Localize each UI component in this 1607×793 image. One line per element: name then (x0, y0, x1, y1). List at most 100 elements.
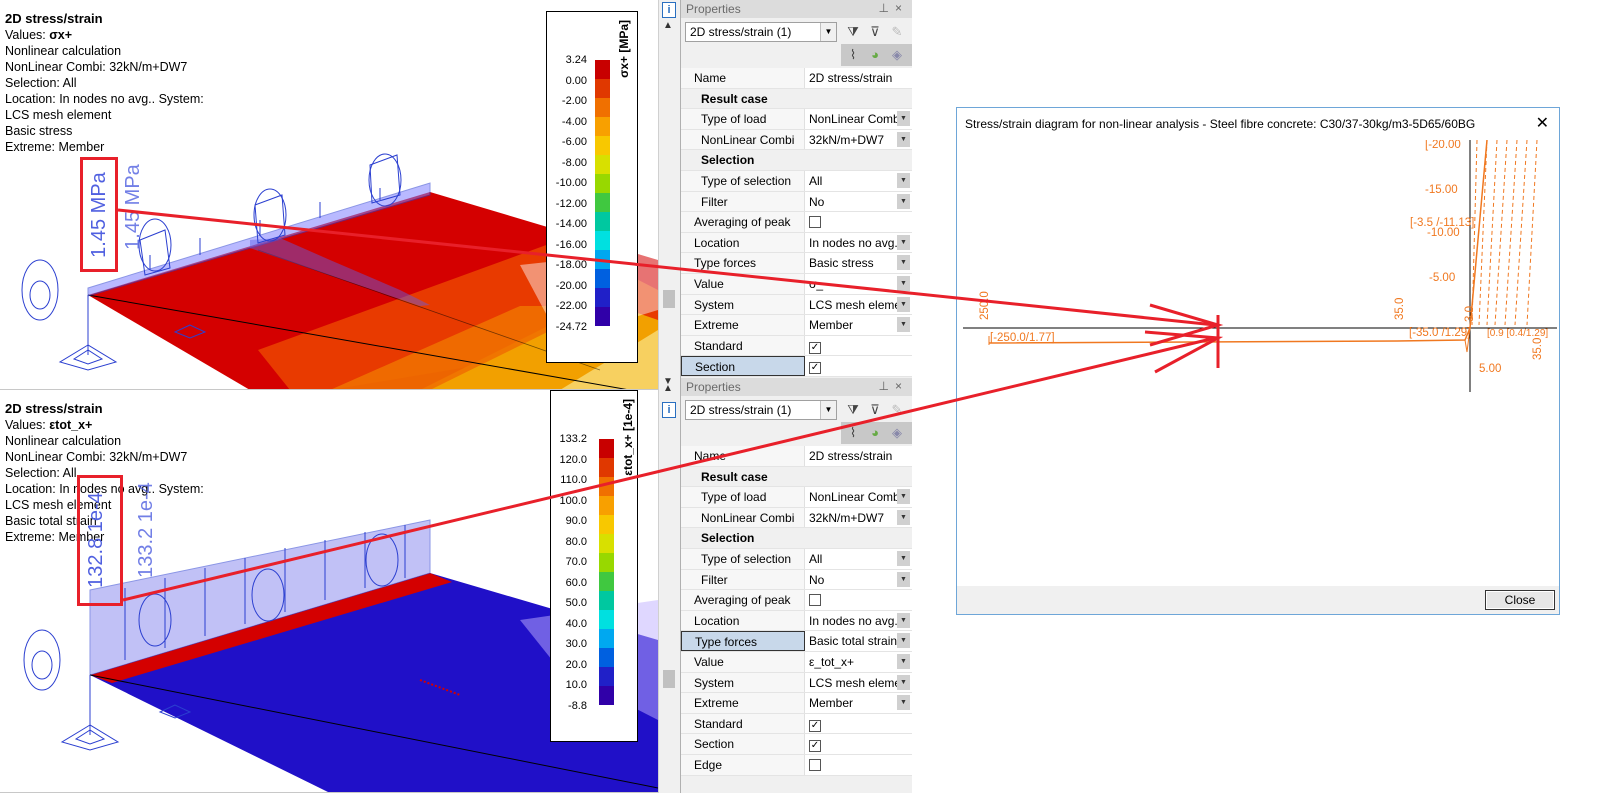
chevron-down-icon[interactable]: ▼ (897, 489, 910, 505)
property-row[interactable]: Name 2D stress/strain (681, 446, 912, 467)
checkbox[interactable]: ✓ (809, 740, 821, 753)
property-row[interactable]: Filter No ▼ (681, 569, 912, 591)
property-value[interactable]: ε_tot_x+ ▼ (806, 652, 912, 672)
chevron-down-icon[interactable]: ▼ (897, 296, 910, 312)
chevron-down-icon[interactable]: ▼ (897, 674, 910, 690)
property-value[interactable] (806, 755, 912, 775)
property-row[interactable]: Edge (681, 754, 912, 776)
property-group[interactable]: −Selection (681, 528, 912, 549)
property-row[interactable]: Section ✓ (681, 356, 912, 377)
property-row[interactable]: Standard ✓ (681, 335, 912, 357)
property-row[interactable]: Standard ✓ (681, 713, 912, 735)
property-row[interactable]: Section ✓ (681, 734, 912, 755)
brush-icon[interactable]: ⌇ (843, 45, 863, 65)
property-row[interactable]: Type forces Basic stress ▼ (681, 253, 912, 274)
property-value[interactable]: Member ▼ (806, 315, 912, 335)
property-value[interactable]: No ▼ (806, 570, 912, 590)
properties-selector[interactable]: 2D stress/strain (1) ▼ (685, 400, 837, 420)
chevron-down-icon[interactable]: ▼ (897, 172, 910, 188)
chevron-down-icon[interactable]: ▼ (820, 23, 836, 41)
scroll-up-arrow-icon[interactable]: ▲ (663, 383, 673, 394)
chevron-down-icon[interactable]: ▼ (897, 131, 910, 147)
property-row[interactable]: Location In nodes no avg. ▼ (681, 232, 912, 254)
property-value[interactable]: σ_ ▼ (806, 274, 912, 294)
property-row[interactable]: Type forces Basic total strain ▼ (681, 631, 912, 652)
close-icon[interactable]: ✕ (1536, 113, 1549, 133)
property-row[interactable]: Extreme Member ▼ (681, 315, 912, 336)
filter-edit-icon[interactable]: ⊽ (865, 22, 885, 42)
property-row[interactable]: Filter No ▼ (681, 191, 912, 213)
checkbox[interactable]: ✓ (809, 341, 821, 354)
chevron-down-icon[interactable]: ▼ (820, 401, 836, 419)
property-row[interactable]: Averaging of peak (681, 212, 912, 233)
viewport-strain[interactable]: 2D stress/strain Values: εtot_x+ Nonline… (0, 390, 658, 793)
info-icon[interactable]: i (662, 402, 676, 418)
chevron-down-icon[interactable]: ▼ (897, 633, 910, 649)
palette-icon[interactable]: ◕ (865, 45, 885, 65)
property-row[interactable]: NonLinear Combi 32kN/m+DW7 ▼ (681, 129, 912, 151)
checkbox[interactable] (809, 594, 821, 607)
chevron-down-icon[interactable]: ▼ (897, 193, 910, 209)
viewport-strain-scrollbar[interactable]: i ▲ (658, 383, 680, 793)
pencil-icon[interactable]: ✎ (887, 22, 907, 42)
property-row[interactable]: System LCS mesh elemen ▼ (681, 672, 912, 694)
chevron-down-icon[interactable]: ▼ (897, 653, 910, 669)
property-row[interactable]: Name 2D stress/strain (681, 68, 912, 89)
eraser-icon[interactable]: ◈ (887, 45, 907, 65)
property-value[interactable]: LCS mesh elemen ▼ (806, 295, 912, 315)
chevron-down-icon[interactable]: ▼ (897, 255, 910, 271)
property-value[interactable]: ✓ (806, 734, 912, 754)
checkbox[interactable]: ✓ (809, 362, 821, 375)
property-value[interactable] (806, 590, 912, 610)
checkbox[interactable] (809, 758, 821, 771)
property-row[interactable]: Averaging of peak (681, 590, 912, 611)
property-value[interactable]: Basic total strain ▼ (806, 631, 912, 651)
property-group[interactable]: −Selection (681, 150, 912, 171)
property-value[interactable]: LCS mesh elemen ▼ (806, 673, 912, 693)
property-row[interactable]: Location In nodes no avg. ▼ (681, 610, 912, 632)
checkbox[interactable]: ✓ (809, 719, 821, 732)
property-value[interactable]: 2D stress/strain (806, 446, 912, 466)
viewport-stress[interactable]: 2D stress/strain Values: σx+ Nonlinear c… (0, 0, 658, 390)
property-row[interactable]: NonLinear Combi 32kN/m+DW7 ▼ (681, 507, 912, 529)
panel-pin-close-icons[interactable]: ⊥× (879, 1, 908, 15)
scroll-thumb[interactable] (663, 290, 675, 308)
palette-icon[interactable]: ◕ (865, 423, 885, 443)
chevron-down-icon[interactable]: ▼ (897, 275, 910, 291)
property-row[interactable]: Value ε_tot_x+ ▼ (681, 651, 912, 673)
brush-icon[interactable]: ⌇ (843, 423, 863, 443)
viewport-stress-scrollbar[interactable]: i ▲ ▼ (658, 0, 680, 390)
filter-icon[interactable]: ⧩ (843, 22, 863, 42)
property-row[interactable]: Value σ_ ▼ (681, 273, 912, 295)
chevron-down-icon[interactable]: ▼ (897, 509, 910, 525)
property-row[interactable]: System LCS mesh elemen ▼ (681, 294, 912, 316)
property-row[interactable]: Type of load NonLinear Comb ▼ (681, 487, 912, 508)
chevron-down-icon[interactable]: ▼ (897, 695, 910, 711)
property-value[interactable]: 32kN/m+DW7 ▼ (806, 508, 912, 528)
properties-selector[interactable]: 2D stress/strain (1) ▼ (685, 22, 837, 42)
property-value[interactable]: NonLinear Comb ▼ (806, 487, 912, 507)
chevron-down-icon[interactable]: ▼ (897, 317, 910, 333)
property-value[interactable]: Member ▼ (806, 693, 912, 713)
info-icon[interactable]: i (662, 2, 676, 18)
scroll-thumb[interactable] (663, 670, 675, 688)
eraser-icon[interactable]: ◈ (887, 423, 907, 443)
property-value[interactable]: 32kN/m+DW7 ▼ (806, 130, 912, 150)
property-group[interactable]: −Result case (681, 466, 912, 488)
chevron-down-icon[interactable]: ▼ (897, 111, 910, 127)
property-value[interactable]: In nodes no avg. ▼ (806, 233, 912, 253)
property-value[interactable]: 2D stress/strain (806, 68, 912, 88)
property-row[interactable]: Type of selection All ▼ (681, 170, 912, 192)
property-value[interactable]: ✓ (806, 356, 912, 376)
property-value[interactable]: NonLinear Comb ▼ (806, 109, 912, 129)
property-group[interactable]: −Result case (681, 88, 912, 110)
property-value[interactable]: All ▼ (806, 171, 912, 191)
property-row[interactable]: Type of load NonLinear Comb ▼ (681, 109, 912, 130)
chevron-down-icon[interactable]: ▼ (897, 612, 910, 628)
filter-icon[interactable]: ⧩ (843, 400, 863, 420)
pencil-icon[interactable]: ✎ (887, 400, 907, 420)
property-value[interactable]: ✓ (806, 714, 912, 734)
chevron-down-icon[interactable]: ▼ (897, 234, 910, 250)
property-value[interactable]: ✓ (806, 336, 912, 356)
property-value[interactable]: No ▼ (806, 192, 912, 212)
